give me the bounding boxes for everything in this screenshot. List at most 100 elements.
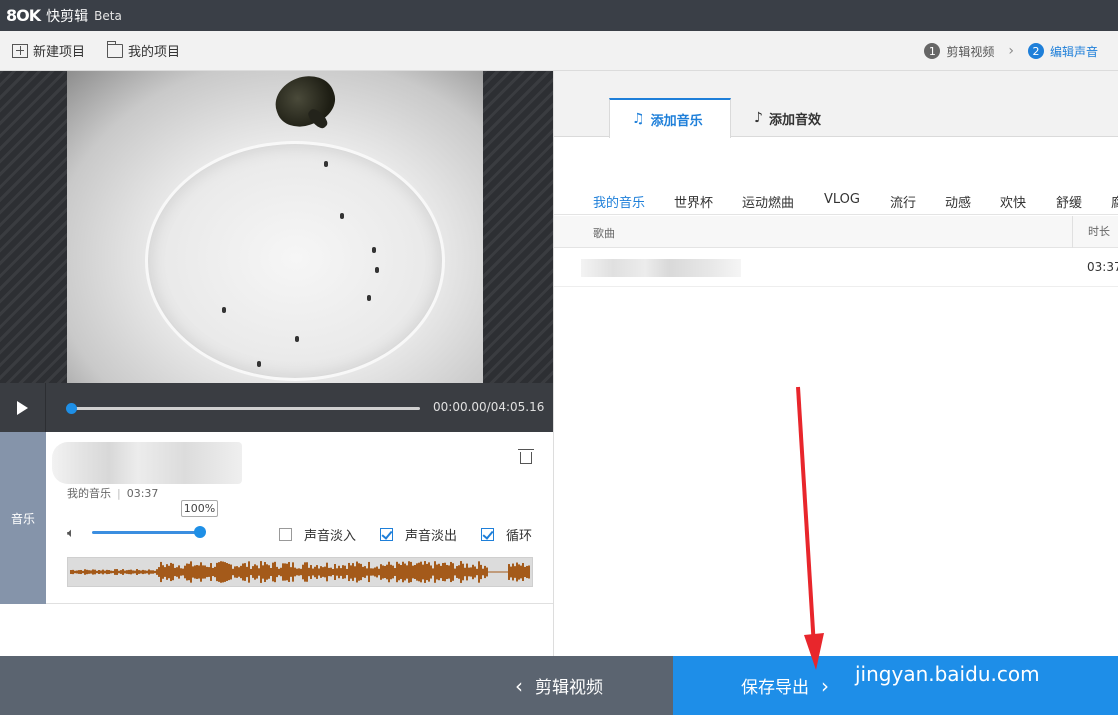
waveform-bar bbox=[154, 570, 156, 574]
volume-icon[interactable]: 🔈︎ bbox=[67, 526, 75, 541]
waveform-bar bbox=[130, 569, 132, 575]
waveform-bar bbox=[358, 563, 360, 581]
waveform-bar bbox=[182, 568, 184, 576]
my-projects-label: 我的项目 bbox=[128, 45, 181, 60]
chevron-left-icon: ‹ bbox=[515, 673, 523, 698]
checkbox-box[interactable] bbox=[380, 528, 393, 541]
waveform-bar bbox=[498, 571, 500, 573]
waveform-bar bbox=[196, 565, 198, 579]
toolbar: 新建项目 我的项目 1 剪辑视频 › 2 编辑声音 bbox=[0, 31, 1118, 71]
category-dynamic[interactable]: 动感 bbox=[945, 192, 971, 211]
waveform-bar bbox=[332, 568, 334, 576]
waveform-bar bbox=[402, 561, 404, 583]
waveform-bar bbox=[514, 566, 516, 578]
waveform-bar bbox=[322, 567, 324, 577]
back-to-edit-button[interactable]: ‹ 剪辑视频 bbox=[0, 656, 673, 715]
waveform-bar bbox=[228, 563, 230, 581]
waveform-bar bbox=[94, 569, 96, 575]
category-my-music[interactable]: 我的音乐 bbox=[593, 192, 645, 211]
category-sport[interactable]: 运动燃曲 bbox=[742, 192, 794, 211]
progress-knob[interactable] bbox=[66, 403, 77, 414]
waveform-bar bbox=[232, 568, 234, 576]
waveform-bar bbox=[442, 562, 444, 582]
waveform-bar bbox=[396, 561, 398, 583]
loop-label: 循环 bbox=[506, 529, 533, 544]
waveform-bar bbox=[488, 571, 490, 573]
waveform-bar bbox=[376, 566, 378, 578]
new-project-button[interactable]: 新建项目 bbox=[12, 41, 85, 60]
fade-out-checkbox[interactable]: 声音淡出 bbox=[380, 525, 457, 544]
checkbox-box[interactable] bbox=[481, 528, 494, 541]
waveform-bar bbox=[328, 567, 330, 577]
waveform-bar bbox=[238, 567, 240, 577]
waveform-bar bbox=[400, 565, 402, 579]
waveform-bar bbox=[476, 568, 478, 576]
waveform-bar bbox=[362, 566, 364, 578]
waveform-bar bbox=[502, 571, 504, 573]
speck bbox=[295, 336, 299, 342]
category-soothing[interactable]: 舒缓 bbox=[1056, 192, 1082, 211]
fade-in-checkbox[interactable]: 声音淡入 bbox=[279, 525, 356, 544]
waveform-bar bbox=[420, 561, 422, 583]
waveform-bar bbox=[90, 570, 92, 574]
waveform-bar bbox=[494, 571, 496, 573]
waveform-bar bbox=[176, 567, 178, 577]
waveform-bar bbox=[380, 564, 382, 580]
loop-checkbox[interactable]: 循环 bbox=[481, 525, 532, 544]
waveform-bar bbox=[166, 564, 168, 580]
song-list-row[interactable]: 03:37 bbox=[554, 248, 1118, 287]
plus-box-icon bbox=[12, 43, 28, 58]
waveform-bar bbox=[516, 562, 518, 582]
chevron-right-icon: › bbox=[1008, 43, 1014, 59]
waveform-bar bbox=[82, 570, 84, 574]
waveform-bar bbox=[492, 571, 494, 573]
app-window: 8OK 快剪辑 Beta 新建项目 我的项目 1 剪辑视频 › 2 编辑声音 0… bbox=[0, 0, 1118, 715]
column-song: 歌曲 bbox=[593, 227, 615, 240]
category-world-cup[interactable]: 世界杯 bbox=[674, 192, 713, 211]
tab-add-music[interactable]: ♫ 添加音乐 bbox=[609, 98, 731, 138]
waveform-bar bbox=[290, 567, 292, 577]
video-frame[interactable] bbox=[67, 71, 483, 383]
volume-slider[interactable] bbox=[92, 531, 202, 534]
step-edit-audio[interactable]: 2 编辑声音 bbox=[1027, 43, 1098, 60]
waveform-bar bbox=[408, 561, 410, 583]
step-edit-video[interactable]: 1 剪辑视频 bbox=[924, 43, 994, 60]
music-library-panel: ♫ 添加音乐 ♪ 添加音效 我的音乐 世界杯 运动燃曲 VLOG 流行 动感 欢… bbox=[553, 71, 1118, 656]
category-vlog[interactable]: VLOG bbox=[824, 192, 860, 207]
save-export-button[interactable]: 保存导出 › bbox=[673, 656, 1118, 715]
waveform-bar bbox=[260, 561, 262, 583]
waveform-bar bbox=[104, 570, 106, 574]
waveform-bar bbox=[482, 568, 484, 576]
waveform-bar bbox=[158, 567, 160, 577]
waveform-bar bbox=[452, 563, 454, 581]
checkbox-box[interactable] bbox=[279, 528, 292, 541]
waveform-bar bbox=[392, 565, 394, 579]
audio-waveform[interactable] bbox=[67, 557, 533, 587]
time-readout: 00:00.00/04:05.16 bbox=[433, 400, 545, 414]
speck bbox=[372, 247, 376, 253]
waveform-bar bbox=[74, 570, 76, 574]
waveform-bar bbox=[504, 571, 506, 573]
waveform-bar bbox=[86, 569, 88, 575]
trash-icon[interactable] bbox=[518, 449, 534, 464]
waveform-bar bbox=[388, 561, 390, 583]
waveform-bar bbox=[478, 561, 480, 583]
category-cheerful[interactable]: 欢快 bbox=[1000, 192, 1026, 211]
waveform-bar bbox=[184, 565, 186, 579]
category-pop[interactable]: 流行 bbox=[890, 192, 916, 211]
waveform-bar bbox=[416, 563, 418, 581]
category-more[interactable]: 腐 bbox=[1111, 192, 1118, 211]
waveform-bar bbox=[124, 570, 126, 574]
bowl-image bbox=[145, 141, 445, 381]
waveform-bar bbox=[378, 568, 380, 576]
waveform-bar bbox=[244, 563, 246, 581]
waveform-bar bbox=[236, 566, 238, 578]
volume-tooltip: 100% bbox=[181, 500, 218, 517]
waveform-bar bbox=[462, 563, 464, 581]
waveform-bar bbox=[190, 561, 192, 583]
progress-slider[interactable] bbox=[66, 403, 420, 414]
my-projects-button[interactable]: 我的项目 bbox=[107, 40, 181, 60]
tab-add-sfx[interactable]: ♪ 添加音效 bbox=[746, 98, 829, 138]
play-button[interactable] bbox=[0, 383, 46, 432]
volume-knob[interactable] bbox=[194, 526, 206, 538]
